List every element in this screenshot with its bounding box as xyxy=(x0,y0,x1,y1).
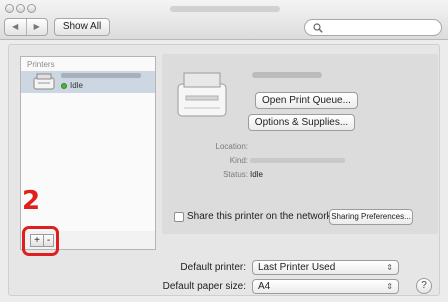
minimize-icon[interactable] xyxy=(16,4,25,13)
popup-arrows-icon: ⇕ xyxy=(386,282,393,291)
printer-icon xyxy=(33,73,55,90)
status-value: Idle xyxy=(250,170,263,179)
default-printer-label: Default printer: xyxy=(180,262,246,273)
default-paper-label: Default paper size: xyxy=(162,281,246,292)
close-icon[interactable] xyxy=(5,4,14,13)
kind-label: Kind: xyxy=(229,156,248,165)
printers-preferences-window: ◀ ▶ Show All Printers Idle 2 + - Open Pr… xyxy=(0,0,448,302)
status-idle-icon xyxy=(61,83,67,89)
printer-status: Idle xyxy=(70,81,83,90)
window-title xyxy=(170,6,280,12)
default-paper-value: A4 xyxy=(258,281,271,292)
default-paper-popup[interactable]: A4 ⇕ xyxy=(252,279,399,294)
open-print-queue-button[interactable]: Open Print Queue... xyxy=(255,92,358,109)
zoom-icon[interactable] xyxy=(27,4,36,13)
location-label: Location: xyxy=(215,142,248,151)
search-field[interactable] xyxy=(304,19,442,36)
printer-title-redacted xyxy=(252,72,322,78)
options-supplies-button[interactable]: Options & Supplies... xyxy=(248,114,355,131)
kind-value-redacted xyxy=(250,158,345,163)
popup-arrows-icon: ⇕ xyxy=(386,263,393,272)
step-number: 2 xyxy=(22,186,41,216)
titlebar: ◀ ▶ Show All xyxy=(0,0,448,40)
sharing-preferences-button[interactable]: Sharing Preferences... xyxy=(329,209,413,225)
default-printer-value: Last Printer Used xyxy=(258,262,336,273)
back-icon[interactable]: ◀ xyxy=(5,19,27,35)
highlight-annotation xyxy=(22,226,59,256)
printer-large-icon xyxy=(177,72,227,117)
search-icon xyxy=(313,23,323,33)
printer-list: Printers Idle xyxy=(20,56,156,232)
show-all-button[interactable]: Show All xyxy=(54,18,110,36)
printer-list-header: Printers xyxy=(27,60,55,69)
nav-back-forward: ◀ ▶ xyxy=(4,18,48,36)
forward-icon[interactable]: ▶ xyxy=(27,19,48,35)
printer-name-redacted xyxy=(61,73,141,78)
default-printer-popup[interactable]: Last Printer Used ⇕ xyxy=(252,260,399,275)
share-printer-checkbox[interactable] xyxy=(174,212,184,222)
status-label: Status: xyxy=(223,170,248,179)
printer-list-item[interactable]: Idle xyxy=(21,71,155,93)
share-printer-label[interactable]: Share this printer on the network xyxy=(187,211,332,222)
help-button[interactable]: ? xyxy=(416,278,432,294)
